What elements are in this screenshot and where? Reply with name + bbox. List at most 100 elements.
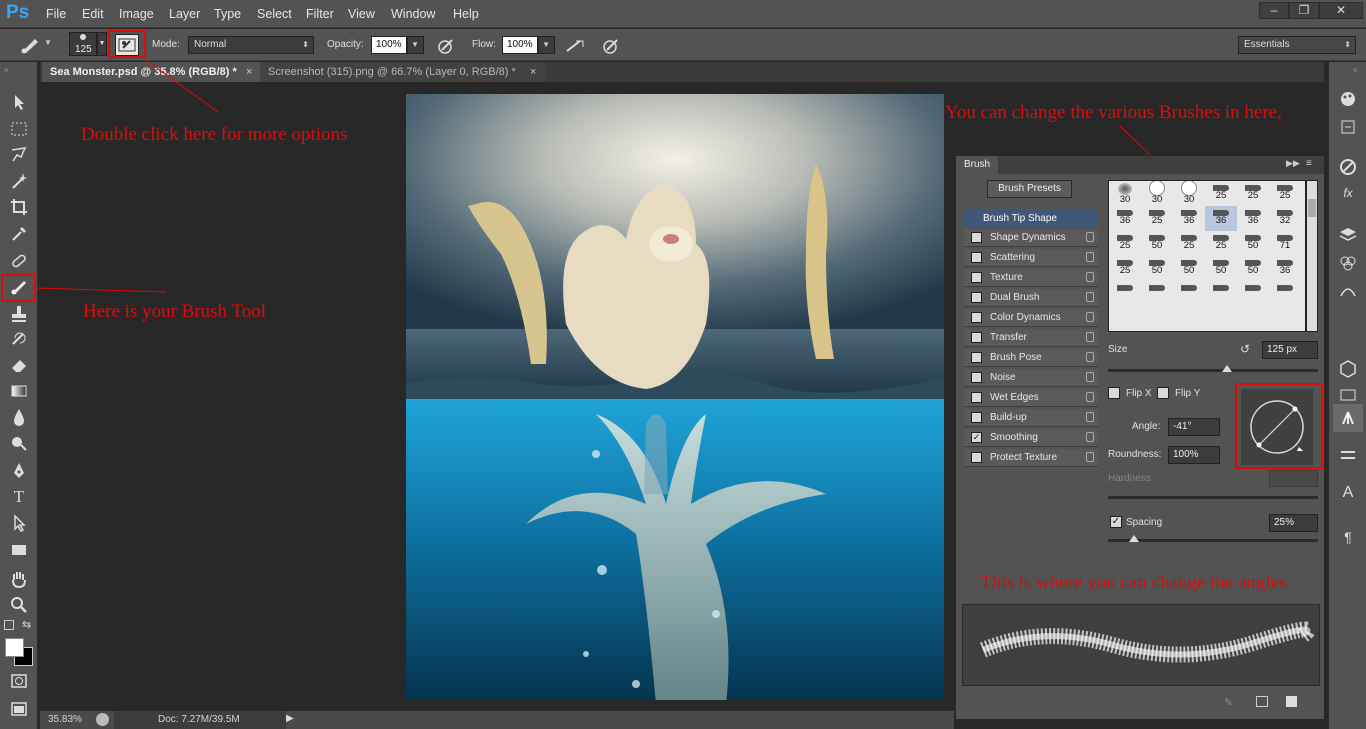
brush-option-item[interactable]: ✓ Smoothing [964,429,1098,447]
scrollbar-thumb[interactable] [1308,199,1316,217]
brush-preset[interactable] [1173,281,1205,306]
brush-preset[interactable]: 50 [1237,256,1269,281]
option-checkbox[interactable] [971,452,982,463]
lock-icon[interactable] [1086,412,1094,422]
lock-icon[interactable] [1086,232,1094,242]
option-checkbox[interactable] [971,292,982,303]
brush-option-item[interactable]: Texture [964,269,1098,287]
character-panel-icon[interactable]: A [1337,482,1359,504]
option-checkbox[interactable] [971,392,982,403]
flipy-checkbox[interactable] [1157,387,1169,399]
timeline-panel-icon[interactable] [1337,384,1359,406]
brush-preset[interactable]: 25 [1205,231,1237,256]
lock-icon[interactable] [1086,312,1094,322]
brush-preset[interactable]: 50 [1205,256,1237,281]
brush-preset[interactable]: 30 [1141,181,1173,206]
3d-panel-icon[interactable] [1337,358,1359,380]
spacing-checkbox[interactable]: ✓ [1110,516,1122,528]
brush-preset[interactable]: 36 [1237,206,1269,231]
brush-preset[interactable]: 25 [1237,181,1269,206]
brush-preset[interactable]: 36 [1269,256,1301,281]
preset-scrollbar[interactable] [1306,180,1318,332]
option-checkbox[interactable] [971,312,982,323]
tab-brush[interactable]: Brush [956,156,998,174]
brush-presets-panel-icon[interactable] [1337,444,1359,466]
option-checkbox[interactable] [971,372,982,383]
brush-preset[interactable] [1269,281,1301,306]
brush-preset[interactable] [1141,281,1173,306]
size-slider-track[interactable] [1108,369,1318,372]
lock-icon[interactable] [1086,372,1094,382]
brush-preset[interactable]: 36 [1109,206,1141,231]
lock-icon[interactable] [1086,452,1094,462]
brush-preset[interactable]: 50 [1237,231,1269,256]
brush-option-item[interactable]: Protect Texture [964,449,1098,467]
spacing-input[interactable]: 25% [1269,514,1318,532]
brush-preset[interactable] [1237,281,1269,306]
paragraph-panel-icon[interactable]: ¶ [1337,526,1359,548]
option-checkbox[interactable] [971,232,982,243]
hardness-input[interactable] [1269,470,1318,487]
brush-preset[interactable]: 36 [1173,206,1205,231]
brush-option-item[interactable]: Transfer [964,329,1098,347]
reset-size-icon[interactable]: ↺ [1240,342,1250,356]
roundness-input[interactable]: 100% [1168,446,1220,464]
brush-presets-button[interactable]: Brush Presets [987,180,1072,198]
hardness-slider-track[interactable] [1108,496,1318,499]
option-checkbox[interactable] [971,352,982,363]
brush-option-item[interactable]: Wet Edges [964,389,1098,407]
option-checkbox[interactable] [971,332,982,343]
lock-icon[interactable] [1086,252,1094,262]
color-panel-icon[interactable] [1337,88,1359,110]
brush-option-item[interactable]: Build-up [964,409,1098,427]
toggle-live-tip-icon[interactable]: ✎ [1224,696,1233,709]
channels-panel-icon[interactable] [1337,252,1359,274]
spacing-slider-thumb[interactable] [1129,535,1139,542]
brush-preset[interactable]: 36 [1205,206,1237,231]
brush-preset[interactable]: 32 [1269,206,1301,231]
lock-icon[interactable] [1086,292,1094,302]
new-brush-icon[interactable] [1286,696,1297,707]
brush-option-item[interactable]: Color Dynamics [964,309,1098,327]
brush-panel-icon[interactable] [1333,404,1363,432]
brush-preset[interactable]: 30 [1109,181,1141,206]
brush-tip-shape-item[interactable]: Brush Tip Shape [964,209,1098,228]
size-slider-thumb[interactable] [1222,365,1232,372]
brush-option-item[interactable]: Dual Brush [964,289,1098,307]
brush-preset[interactable]: 50 [1141,256,1173,281]
brush-preset[interactable] [1109,281,1141,306]
lock-icon[interactable] [1086,392,1094,402]
option-checkbox[interactable] [971,272,982,283]
paths-panel-icon[interactable] [1337,280,1359,302]
brush-option-item[interactable]: Shape Dynamics [964,229,1098,247]
zoom-level[interactable]: 35.83% [48,714,82,725]
history-panel-icon[interactable] [1337,116,1359,138]
option-checkbox[interactable]: ✓ [971,432,982,443]
brush-preset[interactable] [1205,281,1237,306]
brush-option-item[interactable]: Brush Pose [964,349,1098,367]
lock-icon[interactable] [1086,352,1094,362]
lock-icon[interactable] [1086,332,1094,342]
brush-preset[interactable]: 71 [1269,231,1301,256]
option-checkbox[interactable] [971,252,982,263]
collapse-arrows-icon[interactable]: « [1353,65,1357,74]
brush-option-item[interactable]: Noise [964,369,1098,387]
panel-menu-icon[interactable]: ≡ [1306,158,1312,169]
status-share-icon[interactable] [96,713,109,726]
doc-info-field[interactable]: Doc: 7.27M/39.5M [114,711,286,729]
brush-preset[interactable]: 25 [1109,256,1141,281]
spacing-slider-track[interactable] [1108,539,1318,542]
brush-preset[interactable]: 25 [1269,181,1301,206]
styles-panel-icon[interactable]: fx [1337,182,1359,204]
brush-preset[interactable]: 50 [1141,231,1173,256]
panel-expand-icon[interactable]: ▶▶ [1286,158,1300,169]
adjustments-panel-icon[interactable] [1337,156,1359,178]
brush-preset[interactable]: 25 [1173,231,1205,256]
layers-panel-icon[interactable] [1337,224,1359,246]
option-checkbox[interactable] [971,412,982,423]
lock-icon[interactable] [1086,272,1094,282]
status-menu-arrow-icon[interactable]: ▶ [286,713,294,724]
size-input[interactable]: 125 px [1262,341,1318,359]
lock-icon[interactable] [1086,432,1094,442]
brush-preset[interactable]: 30 [1173,181,1205,206]
